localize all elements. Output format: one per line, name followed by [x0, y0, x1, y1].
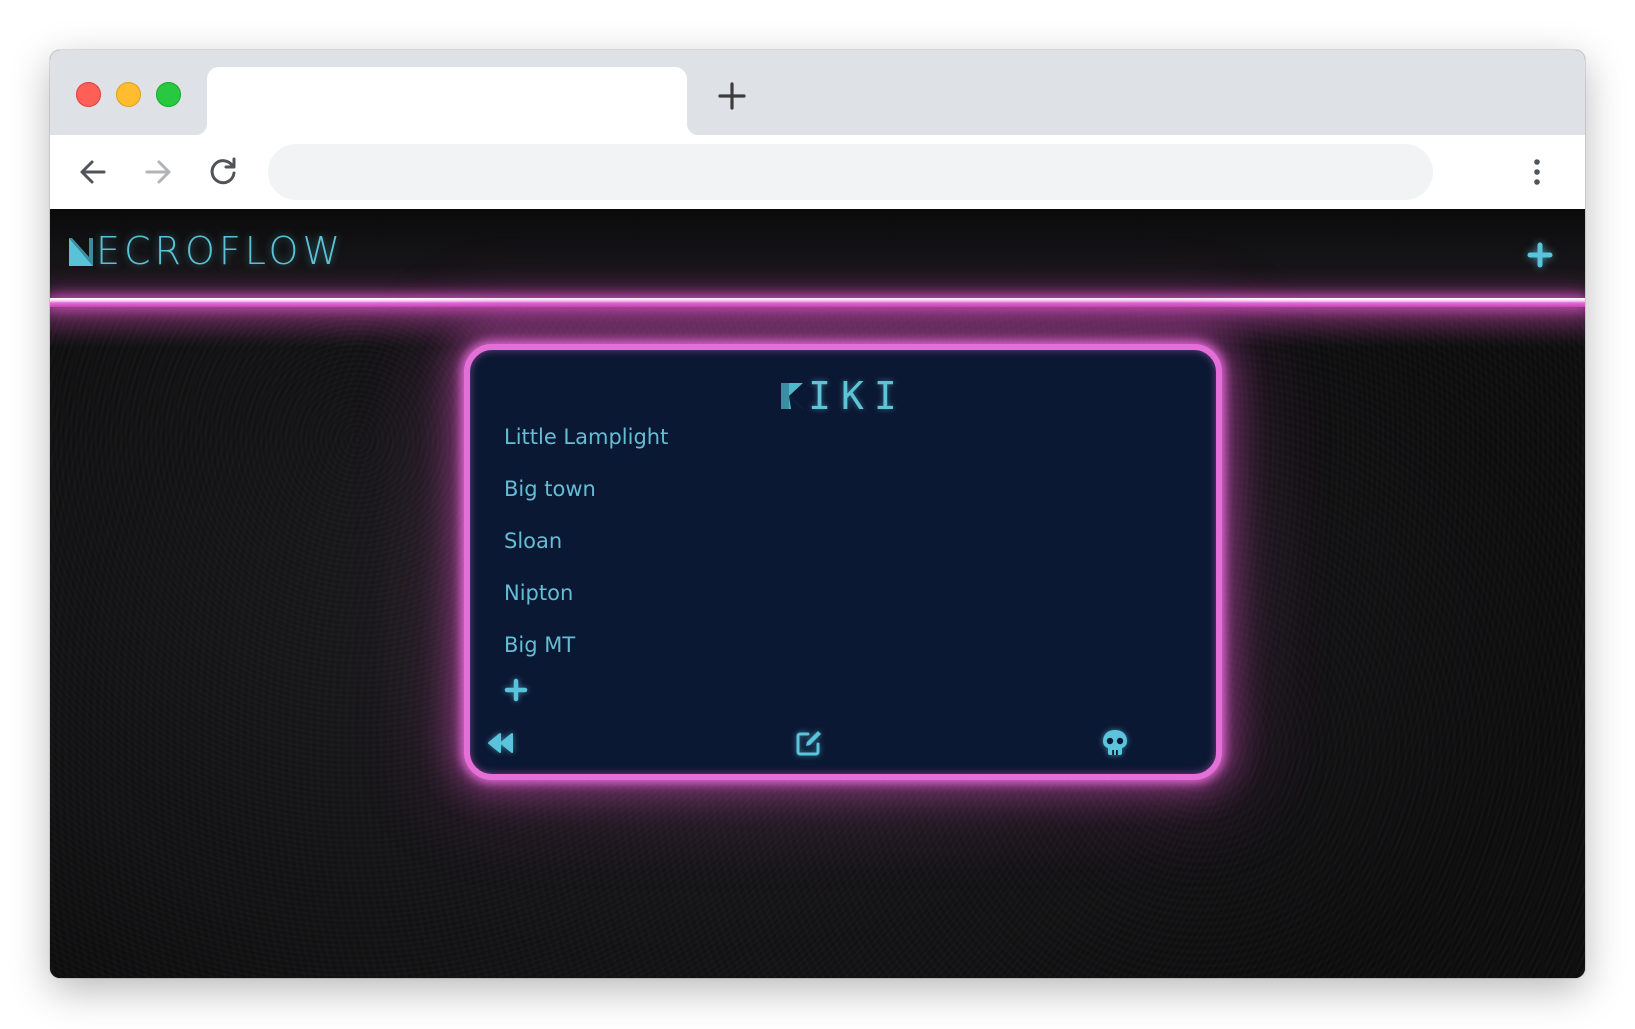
- back-button[interactable]: [74, 153, 112, 191]
- location-item[interactable]: Nipton: [504, 578, 668, 630]
- maximize-window-button[interactable]: [156, 82, 181, 107]
- minimize-window-button[interactable]: [116, 82, 141, 107]
- plus-icon: [504, 678, 528, 702]
- logo-n-glyph-icon: [69, 238, 93, 266]
- add-button[interactable]: [1527, 242, 1553, 268]
- location-item[interactable]: Sloan: [504, 526, 668, 578]
- tab-strip: [50, 50, 1585, 135]
- app-header: ECROFLOW: [50, 209, 1585, 298]
- new-tab-button[interactable]: [714, 78, 750, 114]
- card-k-glyph-icon: [781, 383, 804, 409]
- app-logo[interactable]: ECROFLOW: [68, 231, 344, 271]
- close-window-button[interactable]: [76, 82, 101, 107]
- skull-icon: [1103, 730, 1127, 755]
- rewind-icon: [488, 733, 513, 753]
- forward-button[interactable]: [139, 153, 177, 191]
- browser-menu-button[interactable]: [1522, 153, 1552, 191]
- delete-button[interactable]: [1100, 728, 1130, 758]
- reload-button[interactable]: [204, 153, 242, 191]
- location-card: IKI Little Lamplight Big town Sloan Nipt…: [464, 344, 1222, 780]
- address-bar[interactable]: [268, 144, 1433, 200]
- neon-divider: [50, 298, 1585, 347]
- location-item[interactable]: Little Lamplight: [504, 422, 668, 474]
- card-title: IKI: [470, 374, 1216, 418]
- plus-icon: [1527, 242, 1553, 268]
- location-item[interactable]: Big MT: [504, 630, 668, 682]
- arrow-right-icon: [145, 160, 171, 184]
- back-button[interactable]: [486, 728, 516, 758]
- browser-window: ECROFLOW IKI Little Lamplight Big town S…: [50, 50, 1585, 978]
- edit-icon: [796, 731, 821, 756]
- add-location-button[interactable]: [504, 678, 528, 702]
- logo-text: ECROFLOW: [96, 229, 345, 273]
- location-list: Little Lamplight Big town Sloan Nipton B…: [504, 422, 668, 682]
- arrow-left-icon: [80, 160, 106, 184]
- edit-button[interactable]: [794, 728, 824, 758]
- more-vertical-icon: [1534, 159, 1540, 185]
- plus-icon: [718, 82, 746, 110]
- reload-icon: [210, 157, 236, 185]
- location-item[interactable]: Big town: [504, 474, 668, 526]
- page-viewport: ECROFLOW IKI Little Lamplight Big town S…: [50, 209, 1585, 978]
- card-title-text: IKI: [808, 374, 907, 418]
- browser-toolbar: [50, 135, 1585, 209]
- active-tab[interactable]: [195, 67, 699, 135]
